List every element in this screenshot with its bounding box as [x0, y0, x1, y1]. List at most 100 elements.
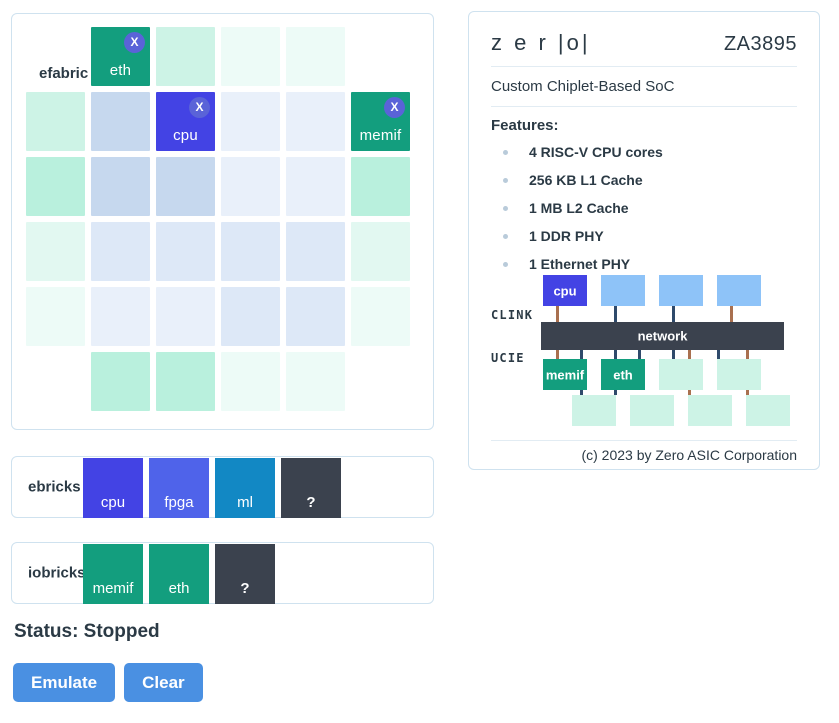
remove-brick-icon[interactable]: X	[189, 97, 210, 118]
grid-cell-0-0[interactable]	[24, 25, 89, 90]
grid-cell-3-5[interactable]	[349, 220, 414, 285]
grid-cell-2-1[interactable]	[89, 155, 154, 220]
grid-cell-4-1[interactable]	[89, 285, 154, 350]
bullet-icon	[503, 178, 508, 183]
brick-body[interactable]: ml	[215, 458, 275, 518]
grid-tile-blue-l[interactable]	[221, 157, 280, 216]
emulate-button[interactable]: Emulate	[13, 663, 115, 702]
feature-item: 4 RISC-V CPU cores	[501, 138, 797, 166]
clink-label: CLINK	[491, 308, 533, 322]
grid-cell-5-2[interactable]	[154, 350, 219, 415]
diagram-block-cpu: cpu	[543, 275, 587, 306]
grid-cell-1-5[interactable]: Xmemif	[349, 90, 414, 155]
grid-tile-mint-xl[interactable]	[26, 287, 85, 346]
diagram-block-slot-t2	[601, 275, 645, 306]
grid-cell-2-4[interactable]	[284, 155, 349, 220]
grid-tile-mint-xl[interactable]	[286, 352, 345, 411]
grid-tile-mint-d[interactable]	[91, 352, 150, 411]
feature-item: 1 MB L2 Cache	[501, 194, 797, 222]
brick-cpu[interactable]: cpu	[80, 455, 146, 521]
brick-unknown[interactable]: ?	[212, 541, 278, 607]
grid-cell-2-3[interactable]	[219, 155, 284, 220]
grid-cell-0-1[interactable]: Xeth	[89, 25, 154, 90]
brick-ml[interactable]: ml	[212, 455, 278, 521]
grid-cell-4-5[interactable]	[349, 285, 414, 350]
grid-tile-mint-l[interactable]	[351, 222, 410, 281]
grid-tile-eth[interactable]: Xeth	[91, 27, 150, 86]
grid-cell-1-3[interactable]	[219, 90, 284, 155]
grid-cell-3-1[interactable]	[89, 220, 154, 285]
grid-tile-mint-xl[interactable]	[351, 287, 410, 346]
grid-tile-blue-l[interactable]	[91, 287, 150, 346]
grid-cell-5-3[interactable]	[219, 350, 284, 415]
grid-tile-blue-d[interactable]	[91, 157, 150, 216]
grid-cell-5-0[interactable]	[24, 350, 89, 415]
grid-tile-mint-m[interactable]	[26, 92, 85, 151]
brick-eth[interactable]: eth	[146, 541, 212, 607]
grid-cell-5-4[interactable]	[284, 350, 349, 415]
grid-cell-1-4[interactable]	[284, 90, 349, 155]
grid-tile-blue-l[interactable]	[156, 287, 215, 346]
diagram-block-memif: memif	[543, 359, 587, 390]
grid-cell-0-3[interactable]	[219, 25, 284, 90]
grid-tile-blue-d[interactable]	[156, 157, 215, 216]
grid-tile-mint-xl[interactable]	[221, 352, 280, 411]
grid-tile-blue-l[interactable]	[221, 92, 280, 151]
grid-tile-mint-d[interactable]	[26, 157, 85, 216]
brick-memif[interactable]: memif	[80, 541, 146, 607]
brick-body[interactable]: ?	[281, 458, 341, 518]
grid-cell-0-4[interactable]	[284, 25, 349, 90]
brick-body[interactable]: fpga	[149, 458, 209, 518]
grid-cell-5-1[interactable]	[89, 350, 154, 415]
remove-brick-icon[interactable]: X	[384, 97, 405, 118]
grid-tile-blue-m[interactable]	[221, 222, 280, 281]
remove-brick-icon[interactable]: X	[124, 32, 145, 53]
clink-wire-3	[672, 306, 675, 323]
clear-button[interactable]: Clear	[124, 663, 203, 702]
grid-tile-cpu[interactable]: Xcpu	[156, 92, 215, 151]
grid-tile-blue-l[interactable]	[286, 157, 345, 216]
grid-cell-0-2[interactable]	[154, 25, 219, 90]
grid-tile-blue-m[interactable]	[221, 287, 280, 346]
grid-tile-blue-m[interactable]	[91, 222, 150, 281]
grid-cell-5-5[interactable]	[349, 350, 414, 415]
grid-cell-4-2[interactable]	[154, 285, 219, 350]
grid-cell-3-2[interactable]	[154, 220, 219, 285]
grid-tile-mint-xl[interactable]	[221, 27, 280, 86]
grid-cell-2-5[interactable]	[349, 155, 414, 220]
grid-cell-3-4[interactable]	[284, 220, 349, 285]
efabric-grid[interactable]: XethXcpu Xmemif	[24, 25, 423, 419]
brick-body[interactable]: eth	[149, 544, 209, 604]
grid-tile-blue-m[interactable]	[286, 287, 345, 346]
chip-info-header: z e r |o| ZA3895	[491, 30, 797, 66]
brick-fpga[interactable]: fpga	[146, 455, 212, 521]
grid-cell-2-0[interactable]	[24, 155, 89, 220]
grid-cell-1-0[interactable]	[24, 90, 89, 155]
brick-body[interactable]: memif	[83, 544, 143, 604]
grid-cell-2-2[interactable]	[154, 155, 219, 220]
grid-tile-mint-m[interactable]	[156, 27, 215, 86]
grid-cell-4-0[interactable]	[24, 285, 89, 350]
grid-cell-1-1[interactable]	[89, 90, 154, 155]
grid-tile-blue-m[interactable]	[156, 222, 215, 281]
grid-tile-mint-d[interactable]	[156, 352, 215, 411]
grid-tile-mint-d[interactable]	[351, 157, 410, 216]
grid-tile-mint-l[interactable]	[26, 222, 85, 281]
bullet-icon	[503, 234, 508, 239]
brick-label: cpu	[83, 494, 143, 511]
grid-tile-blue-d[interactable]	[91, 92, 150, 151]
brick-body[interactable]: cpu	[83, 458, 143, 518]
grid-cell-3-0[interactable]	[24, 220, 89, 285]
grid-cell-1-2[interactable]: Xcpu	[154, 90, 219, 155]
grid-tile-blue-m[interactable]	[286, 222, 345, 281]
grid-cell-0-5[interactable]	[349, 25, 414, 90]
brick-unknown[interactable]: ?	[278, 455, 344, 521]
grid-tile-blue-l[interactable]	[286, 92, 345, 151]
grid-cell-4-3[interactable]	[219, 285, 284, 350]
divider-bottom	[491, 440, 797, 441]
brick-body[interactable]: ?	[215, 544, 275, 604]
grid-tile-mint-xl[interactable]	[286, 27, 345, 86]
grid-cell-3-3[interactable]	[219, 220, 284, 285]
grid-cell-4-4[interactable]	[284, 285, 349, 350]
grid-tile-memif[interactable]: Xmemif	[351, 92, 410, 151]
